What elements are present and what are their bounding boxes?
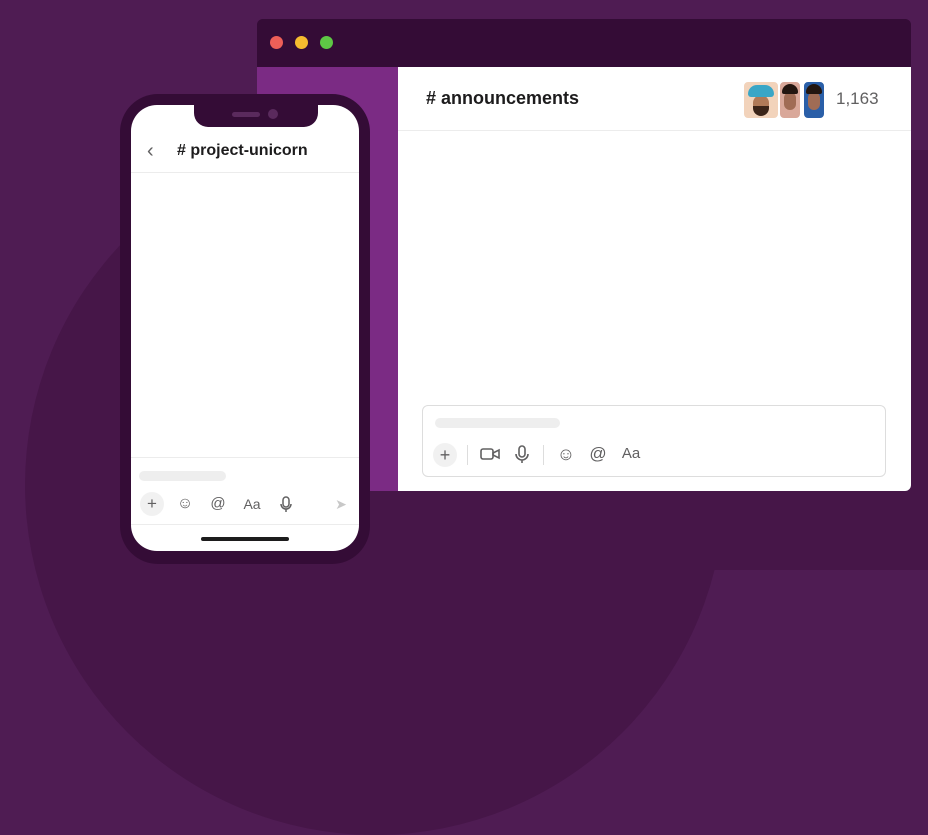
avatar xyxy=(778,80,802,120)
mobile-channel-header: ‹ # project-unicorn xyxy=(131,135,359,173)
channel-title[interactable]: # announcements xyxy=(426,88,579,109)
mention-icon[interactable]: @ xyxy=(208,494,228,514)
back-chevron-icon[interactable]: ‹ xyxy=(147,140,154,163)
mobile-message-composer[interactable]: + ☺ @ Aa ➤ xyxy=(131,457,359,525)
phone-frame: ‹ # project-unicorn + ☺ @ Aa ➤ xyxy=(120,94,370,564)
formatting-icon[interactable]: Aa xyxy=(240,494,264,514)
message-composer[interactable]: + ☺ @ Aa xyxy=(422,405,886,477)
member-avatars[interactable] xyxy=(742,80,828,120)
close-window-button[interactable] xyxy=(270,36,283,49)
mention-icon[interactable]: @ xyxy=(587,443,609,465)
divider xyxy=(543,445,544,465)
channel-header: # announcements 1,163 xyxy=(398,67,911,131)
phone-screen: ‹ # project-unicorn + ☺ @ Aa ➤ xyxy=(131,105,359,551)
formatting-icon[interactable]: Aa xyxy=(619,443,643,465)
plus-icon[interactable]: + xyxy=(140,492,164,516)
microphone-icon[interactable] xyxy=(276,494,296,519)
send-icon[interactable]: ➤ xyxy=(331,494,351,514)
avatar xyxy=(802,80,826,120)
speaker-grille xyxy=(232,112,260,117)
mobile-message-input[interactable] xyxy=(139,471,226,481)
channel-pane: # announcements 1,163 + ☺ @ Aa xyxy=(398,67,911,491)
emoji-icon[interactable]: ☺ xyxy=(175,494,195,514)
divider xyxy=(467,445,468,465)
plus-icon[interactable]: + xyxy=(433,443,457,467)
phone-notch xyxy=(194,105,318,127)
microphone-icon[interactable] xyxy=(511,443,533,472)
emoji-icon[interactable]: ☺ xyxy=(555,443,577,465)
avatar xyxy=(742,80,780,120)
video-icon[interactable] xyxy=(479,443,501,472)
home-indicator xyxy=(201,537,289,541)
window-titlebar xyxy=(257,19,911,67)
member-count[interactable]: 1,163 xyxy=(836,89,879,109)
minimize-window-button[interactable] xyxy=(295,36,308,49)
mobile-channel-title[interactable]: # project-unicorn xyxy=(177,142,308,160)
maximize-window-button[interactable] xyxy=(320,36,333,49)
camera-icon xyxy=(268,109,278,119)
message-input[interactable] xyxy=(435,418,560,428)
